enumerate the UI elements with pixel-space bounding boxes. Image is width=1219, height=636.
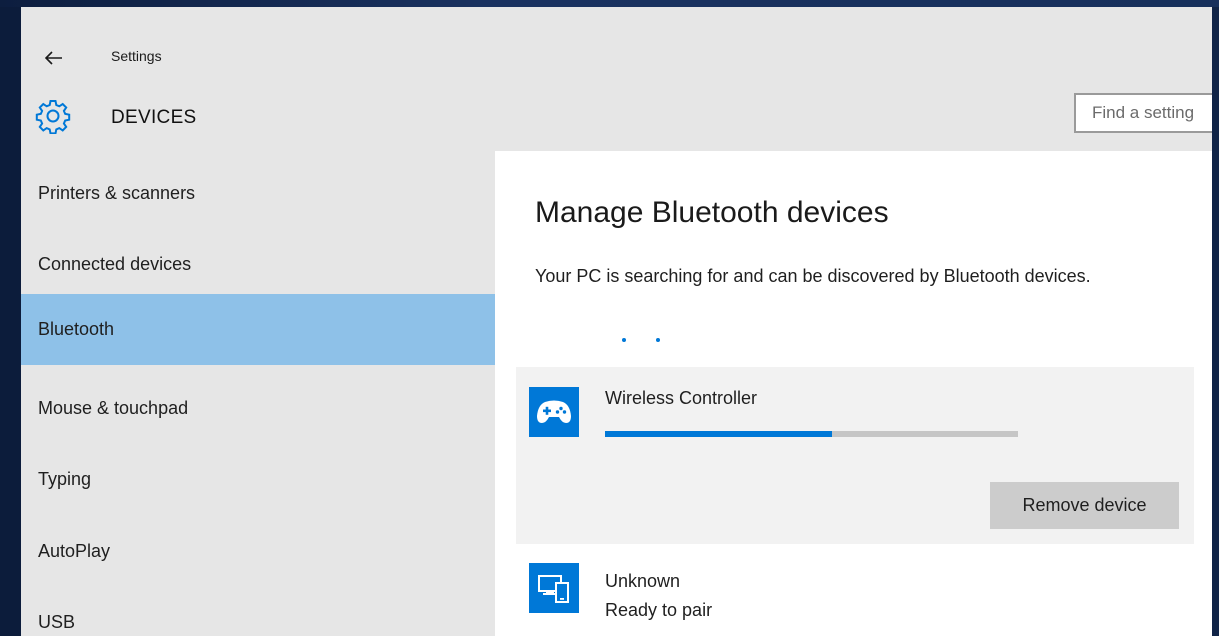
gear-icon	[35, 98, 71, 135]
progress-dot	[656, 338, 660, 342]
back-arrow-icon	[45, 51, 62, 65]
window-title: Settings	[111, 48, 162, 64]
device-item-wireless-controller[interactable]: Wireless Controller Remove device	[516, 367, 1194, 544]
sidebar-item-label: AutoPlay	[38, 541, 111, 561]
sidebar-item-label: Printers & scanners	[38, 183, 196, 203]
remove-device-button[interactable]: Remove device	[990, 482, 1179, 529]
desktop-background-right	[1212, 7, 1219, 636]
pairing-progress-bar	[605, 431, 1018, 437]
search-status-text: Your PC is searching for and can be disc…	[535, 266, 1091, 286]
sidebar-item-label: Typing	[38, 469, 92, 489]
progress-dot	[622, 338, 626, 342]
sidebar-item-bluetooth[interactable]: Bluetooth	[21, 294, 495, 365]
pairing-progress-fill	[605, 431, 833, 437]
gamepad-icon	[529, 387, 579, 437]
sidebar-item-label: Mouse & touchpad	[38, 398, 189, 418]
desktop-background-left	[0, 7, 21, 636]
sidebar-item-label: USB	[38, 612, 76, 632]
sidebar-item-label: Bluetooth	[38, 319, 115, 339]
search-input[interactable]	[1092, 103, 1212, 123]
sidebar-item-connected-devices[interactable]: Connected devices	[21, 229, 495, 300]
search-box[interactable]	[1074, 93, 1212, 133]
section-heading: DEVICES	[111, 107, 197, 128]
sidebar-item-mouse-touchpad[interactable]: Mouse & touchpad	[21, 373, 495, 444]
sidebar-item-usb[interactable]: USB	[21, 587, 495, 636]
device-status: Ready to pair	[605, 600, 713, 620]
sidebar: Printers & scanners Connected devices Bl…	[21, 151, 495, 636]
desktop-background	[0, 0, 1219, 7]
sidebar-item-printers-scanners[interactable]: Printers & scanners	[21, 158, 495, 229]
page-title: Manage Bluetooth devices	[535, 196, 889, 229]
display-phone-icon	[529, 563, 579, 613]
sidebar-item-label: Connected devices	[38, 254, 192, 274]
device-name: Wireless Controller	[605, 388, 758, 408]
main-content: Manage Bluetooth devices Your PC is sear…	[495, 151, 1212, 636]
sidebar-item-autoplay[interactable]: AutoPlay	[21, 516, 495, 587]
title-bar: Settings DEVICES	[21, 7, 1212, 151]
device-name: Unknown	[605, 571, 681, 591]
back-button[interactable]	[39, 43, 69, 73]
sidebar-item-typing[interactable]: Typing	[21, 444, 495, 515]
settings-window: Settings DEVICES Printers & scanners Con…	[21, 7, 1212, 636]
